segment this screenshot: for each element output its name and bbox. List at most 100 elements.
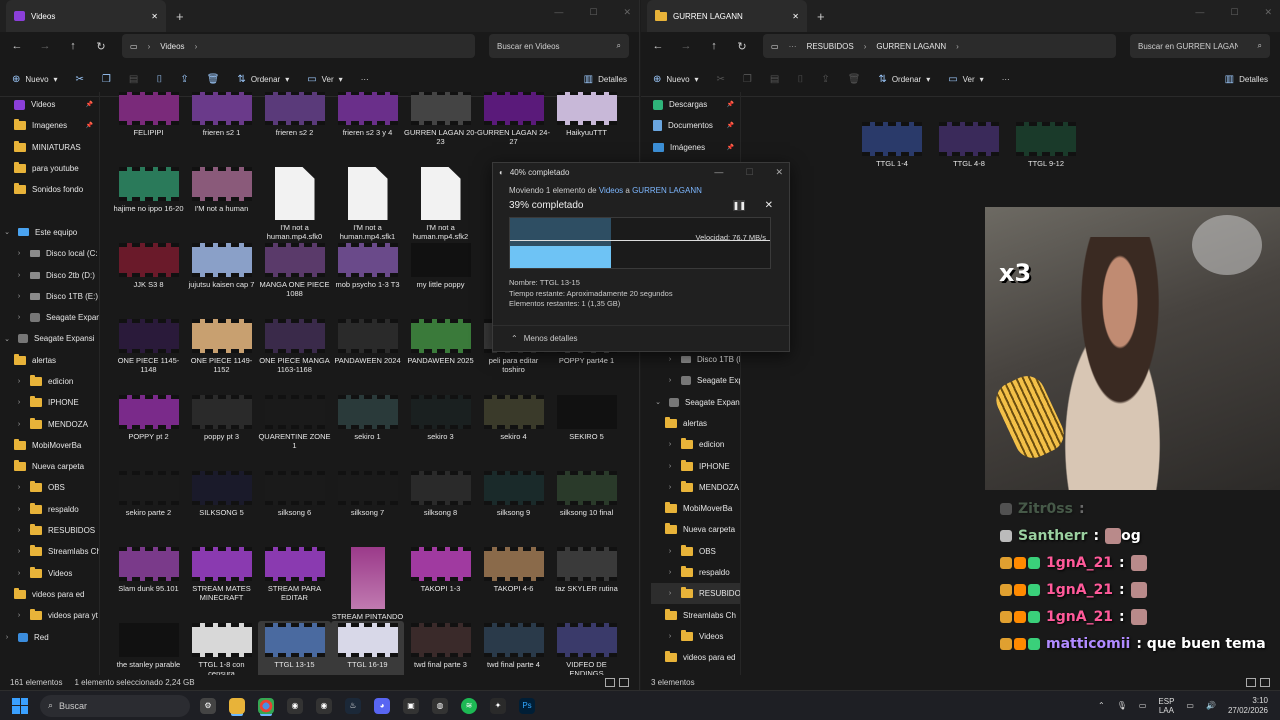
sidebar-item[interactable]: MINIATURAS: [0, 137, 99, 158]
tiles-view-icon[interactable]: [1260, 678, 1270, 687]
details-button[interactable]: ▥ Detalles: [1225, 74, 1268, 85]
rename-button[interactable]: ⌷: [797, 74, 803, 85]
up-button[interactable]: ↑: [66, 40, 80, 52]
chevron-down-icon[interactable]: ⌄: [2, 228, 12, 236]
search-input[interactable]: Buscar en Videos ⌕: [489, 34, 629, 58]
sidebar-item[interactable]: › Seagate Expan: [0, 307, 99, 328]
file-item[interactable]: TTGL 1-4: [861, 120, 923, 168]
owl-app-icon[interactable]: ◍: [432, 697, 448, 714]
chevron-right-icon[interactable]: ›: [665, 356, 675, 363]
display-icon[interactable]: ▭: [1139, 701, 1147, 710]
sort-button[interactable]: ⇅ Ordenar ▾: [878, 74, 930, 85]
chevron-down-icon[interactable]: ⌄: [653, 398, 663, 406]
chevron-right-icon[interactable]: ›: [2, 634, 12, 641]
spotify-app-icon[interactable]: ≋: [461, 697, 477, 714]
sidebar-item[interactable]: › Streamlabs Ch: [0, 541, 99, 562]
address-bar[interactable]: ▭ › Videos ›: [122, 34, 475, 58]
file-item[interactable]: twd final parte 3: [404, 621, 477, 675]
file-item[interactable]: TTGL 13-15: [258, 621, 331, 675]
chevron-right-icon[interactable]: ›: [14, 421, 24, 428]
controller-app-icon[interactable]: ▣: [403, 697, 419, 714]
share-button[interactable]: ⇪: [180, 74, 188, 85]
file-item[interactable]: TTGL 1-8 con censura: [185, 621, 258, 675]
file-item[interactable]: TTGL 4-8: [938, 120, 1000, 168]
file-item[interactable]: JJK S3 8: [112, 241, 185, 317]
close-window-button[interactable]: ✕: [623, 7, 631, 18]
chevron-right-icon[interactable]: ›: [665, 441, 675, 448]
file-item[interactable]: silksong 8: [404, 469, 477, 545]
sidebar-item[interactable]: › Seagate Expan: [651, 370, 740, 391]
file-item[interactable]: sekiro 1: [331, 393, 404, 469]
sidebar-item[interactable]: › edicion: [651, 434, 740, 455]
sidebar-item[interactable]: › IPHONE: [651, 455, 740, 476]
file-item[interactable]: my little poppy: [404, 241, 477, 317]
sidebar-item[interactable]: › RESUBIDOS: [0, 520, 99, 541]
file-item[interactable]: silksong 9: [477, 469, 550, 545]
maximize-button[interactable]: ☐: [1230, 7, 1238, 18]
chevron-up-icon[interactable]: ⌃: [1098, 701, 1105, 710]
davinci-app-icon[interactable]: ✦: [490, 697, 506, 714]
sidebar-item[interactable]: MobiMoverBa: [0, 435, 99, 456]
new-button[interactable]: ⊕ Nuevo ▾: [653, 74, 699, 85]
file-item[interactable]: the stanley parable: [112, 621, 185, 675]
back-button[interactable]: ←: [10, 40, 24, 52]
chevron-right-icon[interactable]: ›: [14, 272, 24, 279]
less-details-button[interactable]: ⌃ Menos detalles: [493, 325, 789, 351]
file-item[interactable]: TTGL 9-12: [1015, 120, 1077, 168]
close-tab-icon[interactable]: ✕: [151, 12, 158, 21]
details-button[interactable]: ▥ Detalles: [584, 74, 627, 85]
file-item[interactable]: sekiro parte 2: [112, 469, 185, 545]
up-button[interactable]: ↑: [707, 40, 721, 52]
refresh-button[interactable]: ↻: [735, 40, 749, 53]
chrome-app-icon[interactable]: [258, 697, 274, 714]
chevron-right-icon[interactable]: ›: [14, 250, 24, 257]
sidebar-item[interactable]: › MENDOZA: [651, 477, 740, 498]
sidebar-item[interactable]: Documentos 📌: [651, 115, 740, 136]
file-item[interactable]: frieren s2 3 y 4: [331, 92, 404, 165]
more-button[interactable]: ···: [1002, 75, 1010, 84]
chevron-right-icon[interactable]: ›: [14, 548, 24, 555]
chevron-right-icon[interactable]: ›: [665, 633, 675, 640]
sidebar-item[interactable]: › OBS: [651, 541, 740, 562]
sort-button[interactable]: ⇅ Ordenar ▾: [237, 74, 289, 85]
refresh-button[interactable]: ↻: [94, 40, 108, 53]
share-button[interactable]: ⇪: [821, 74, 829, 85]
file-item[interactable]: GURREN LAGAN 24-27: [477, 92, 550, 165]
delete-button[interactable]: 🗑: [848, 74, 861, 85]
file-item[interactable]: FELIPIPI: [112, 92, 185, 165]
sidebar-item[interactable]: Nueva carpeta: [0, 456, 99, 477]
sidebar-item[interactable]: Videos 📌: [0, 94, 99, 115]
file-item[interactable]: HaikyuuTTT: [550, 92, 623, 165]
address-bar[interactable]: ▭ ··· RESUBIDOS › GURREN LAGANN ›: [763, 34, 1116, 58]
view-button[interactable]: ▭ Ver ▾: [307, 74, 342, 85]
file-item[interactable]: STREAM MATES MINECRAFT: [185, 545, 258, 621]
chevron-right-icon[interactable]: ›: [665, 484, 675, 491]
file-item[interactable]: hajime no ippo 16-20: [112, 165, 185, 241]
sidebar-item[interactable]: › Disco 1TB (E:): [0, 286, 99, 307]
file-item[interactable]: Slam dunk 95.101: [112, 545, 185, 621]
chevron-right-icon[interactable]: ›: [14, 570, 24, 577]
cancel-button[interactable]: ✕: [765, 200, 773, 211]
language-indicator[interactable]: ESP LAA: [1158, 697, 1174, 715]
file-item[interactable]: poppy pt 3: [185, 393, 258, 469]
sidebar-item[interactable]: alertas: [0, 350, 99, 371]
tab-videos[interactable]: Videos ✕: [6, 0, 166, 32]
forward-button[interactable]: →: [679, 40, 693, 52]
sidebar-item[interactable]: Nueva carpeta: [651, 519, 740, 540]
file-item[interactable]: I'M not a human.mp4.sfk0: [258, 165, 331, 241]
file-item[interactable]: ONE PIECE MANGA 1163-1168: [258, 317, 331, 393]
file-item[interactable]: SEKIRO 5: [550, 393, 623, 469]
file-item[interactable]: sekiro 4: [477, 393, 550, 469]
sidebar-item[interactable]: Sonidos fondo: [0, 179, 99, 200]
close-window-button[interactable]: ✕: [1264, 7, 1272, 18]
file-item[interactable]: QUARENTINE ZONE 1: [258, 393, 331, 469]
file-item[interactable]: silksong 10 final: [550, 469, 623, 545]
cut-button[interactable]: ✂: [76, 74, 84, 85]
maximize-button[interactable]: ☐: [589, 7, 597, 18]
dest-link[interactable]: GURREN LAGANN: [632, 186, 702, 195]
chevron-right-icon[interactable]: ›: [14, 293, 24, 300]
sidebar-item[interactable]: MobiMoverBa: [651, 498, 740, 519]
more-button[interactable]: ···: [361, 75, 369, 84]
sidebar-item[interactable]: Descargas 📌: [651, 94, 740, 115]
file-item[interactable]: twd final parte 4: [477, 621, 550, 675]
